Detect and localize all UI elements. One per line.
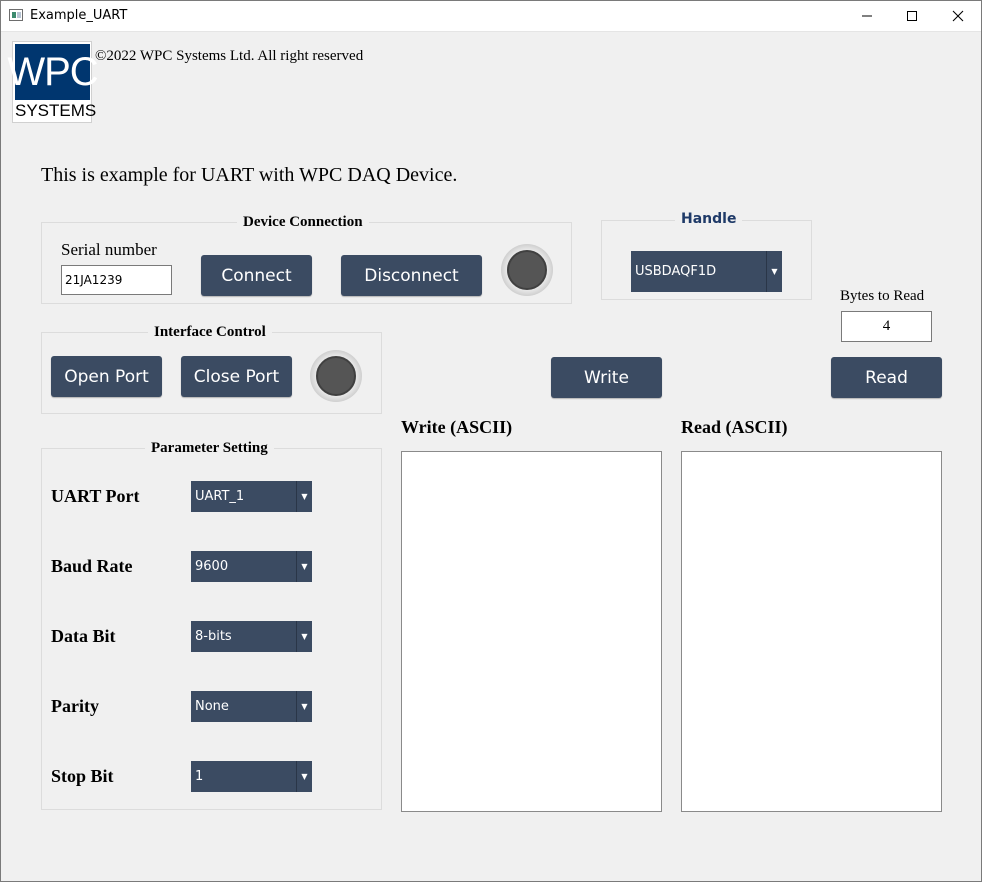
maximize-button[interactable] (889, 0, 935, 32)
read-ascii-textarea[interactable] (681, 451, 942, 812)
logo-wordmark: WPC (7, 44, 99, 100)
copyright-text: ©2022 WPC Systems Ltd. All right reserve… (95, 48, 364, 64)
handle-select-value: USBDAQF1D (635, 264, 717, 279)
device-status-led (501, 244, 553, 296)
parity-select[interactable]: None ▼ (191, 691, 312, 722)
maximize-icon (907, 11, 917, 21)
stop-bit-value: 1 (195, 769, 204, 784)
window-title: Example_UART (30, 8, 128, 23)
chevron-down-icon[interactable]: ▼ (296, 551, 312, 582)
app-icon (9, 9, 23, 21)
baud-rate-label: Baud Rate (51, 556, 133, 576)
port-status-led (310, 350, 362, 402)
parity-label: Parity (51, 696, 99, 716)
baud-rate-select[interactable]: 9600 ▼ (191, 551, 312, 582)
read-ascii-label: Read (ASCII) (681, 417, 788, 437)
data-bit-select[interactable]: 8-bits ▼ (191, 621, 312, 652)
port-led-indicator (316, 356, 356, 396)
chevron-down-icon[interactable]: ▼ (296, 761, 312, 792)
write-ascii-textarea[interactable] (401, 451, 662, 812)
minimize-icon (862, 15, 872, 17)
connect-button[interactable]: Connect (201, 255, 312, 296)
intro-text: This is example for UART with WPC DAQ De… (41, 164, 458, 186)
baud-rate-value: 9600 (195, 559, 229, 574)
write-ascii-label: Write (ASCII) (401, 417, 513, 437)
stop-bit-label: Stop Bit (51, 766, 114, 786)
parity-value: None (195, 699, 229, 714)
parameter-setting-title: Parameter Setting (145, 440, 274, 457)
device-led-indicator (507, 250, 547, 290)
uart-port-select[interactable]: UART_1 ▼ (191, 481, 312, 512)
data-bit-label: Data Bit (51, 626, 116, 646)
read-button[interactable]: Read (831, 357, 942, 398)
stop-bit-select[interactable]: 1 ▼ (191, 761, 312, 792)
logo-subtitle: SYSTEMS (15, 101, 97, 120)
bytes-to-read-input[interactable] (841, 311, 932, 342)
minimize-button[interactable] (844, 0, 890, 32)
open-port-button[interactable]: Open Port (51, 356, 162, 397)
handle-select[interactable]: USBDAQF1D ▼ (631, 251, 782, 292)
bytes-to-read-label: Bytes to Read (840, 288, 925, 304)
wpc-logo: WPC SYSTEMS (7, 41, 99, 123)
device-connection-title: Device Connection (237, 214, 369, 231)
title-bar[interactable] (0, 0, 982, 32)
interface-control-title: Interface Control (148, 324, 272, 341)
uart-port-value: UART_1 (195, 489, 245, 504)
chevron-down-icon[interactable]: ▼ (296, 691, 312, 722)
handle-title: Handle (675, 211, 743, 227)
uart-port-label: UART Port (51, 486, 140, 506)
serial-number-input[interactable] (61, 265, 172, 295)
disconnect-button[interactable]: Disconnect (341, 255, 482, 296)
write-button[interactable]: Write (551, 357, 662, 398)
chevron-down-icon[interactable]: ▼ (296, 481, 312, 512)
serial-number-label: Serial number (61, 240, 157, 259)
close-button[interactable] (935, 0, 981, 32)
close-port-button[interactable]: Close Port (181, 356, 292, 397)
close-icon (952, 10, 964, 22)
data-bit-value: 8-bits (195, 629, 232, 644)
chevron-down-icon[interactable]: ▼ (296, 621, 312, 652)
chevron-down-icon[interactable]: ▼ (766, 251, 782, 292)
